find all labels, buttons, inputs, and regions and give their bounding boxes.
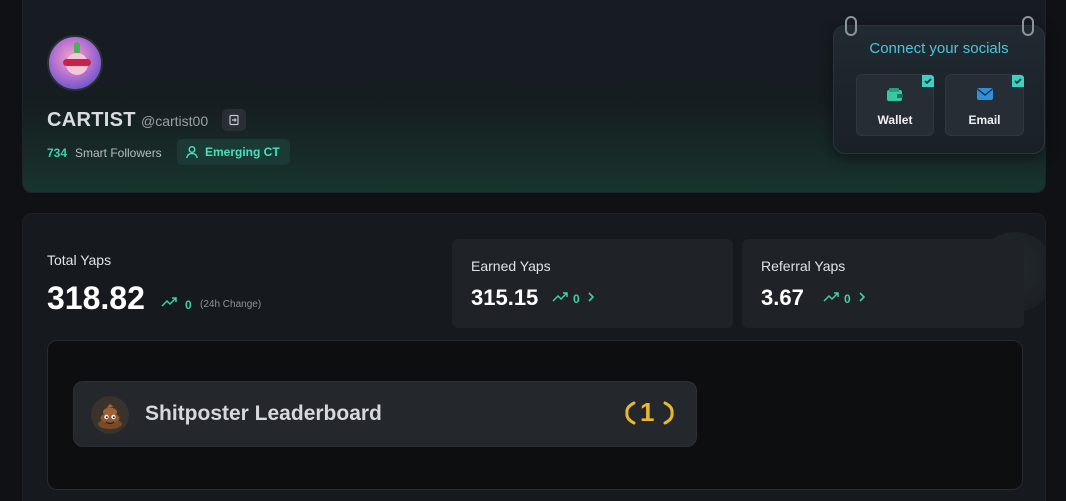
smart-followers-label: Smart Followers xyxy=(75,146,162,160)
binder-ring-right xyxy=(1022,16,1034,36)
trend-up-icon xyxy=(823,292,839,302)
profile-name: CARTIST xyxy=(47,109,136,131)
earned-yaps-change: 0 xyxy=(573,292,580,306)
earned-yaps-value: 315.15 xyxy=(471,285,539,310)
laurel-icon xyxy=(625,401,636,425)
wallet-icon xyxy=(887,88,903,101)
trend-up-icon xyxy=(552,292,568,302)
total-yaps-value: 318.82 xyxy=(47,280,145,316)
user-icon xyxy=(186,146,198,159)
connect-socials-panel: Connect your socials Wallet Email xyxy=(833,16,1045,154)
status-badge-label: Emerging CT xyxy=(205,145,280,159)
check-icon xyxy=(922,75,934,87)
binder-ring-left xyxy=(845,16,857,36)
referral-yaps-box[interactable]: Referral Yaps 3.67 0 xyxy=(742,239,1024,328)
laurel-icon xyxy=(663,401,674,425)
chevron-right-icon[interactable] xyxy=(857,291,867,303)
earned-yaps-box[interactable]: Earned Yaps 315.15 0 xyxy=(452,239,733,328)
logout-button[interactable] xyxy=(222,109,246,131)
email-connect-button[interactable]: Email xyxy=(945,74,1024,136)
shitposter-leaderboard-row[interactable]: Shitposter Leaderboard 1 xyxy=(73,381,697,447)
status-badge: Emerging CT xyxy=(177,139,290,165)
leaderboard-title: Shitposter Leaderboard xyxy=(145,402,382,425)
mail-icon xyxy=(976,88,993,100)
yaps-card: Total Yaps 318.82 0 (24h Change) Earned … xyxy=(22,213,1046,501)
total-yaps-label: Total Yaps xyxy=(47,252,112,268)
trend-up-icon xyxy=(161,297,177,307)
profile-handle: @cartist00 xyxy=(141,113,209,129)
poop-emoji-icon xyxy=(91,396,129,434)
total-yaps-change: 0 xyxy=(185,298,192,312)
email-label: Email xyxy=(968,113,1001,127)
earned-yaps-label: Earned Yaps xyxy=(471,258,551,274)
profile-card: CARTIST @cartist00 734 Smart Followers E… xyxy=(22,0,1046,193)
check-icon xyxy=(1012,75,1024,87)
referral-yaps-change: 0 xyxy=(844,292,851,306)
wallet-label: Wallet xyxy=(877,113,913,127)
avatar-glasses xyxy=(63,59,91,66)
wallet-connect-button[interactable]: Wallet xyxy=(856,74,934,136)
referral-yaps-value: 3.67 xyxy=(761,285,804,310)
exit-icon xyxy=(229,114,239,126)
referral-yaps-label: Referral Yaps xyxy=(761,258,846,274)
smart-followers-count: 734 xyxy=(47,146,68,160)
avatar[interactable] xyxy=(47,35,103,91)
total-yaps-change-note: (24h Change) xyxy=(200,299,262,310)
chevron-right-icon[interactable] xyxy=(586,291,596,303)
leaderboard-rank: 1 xyxy=(640,397,655,427)
connect-socials-title: Connect your socials xyxy=(869,40,1009,57)
leaderboard-panel: Shitposter Leaderboard 1 xyxy=(47,340,1023,490)
